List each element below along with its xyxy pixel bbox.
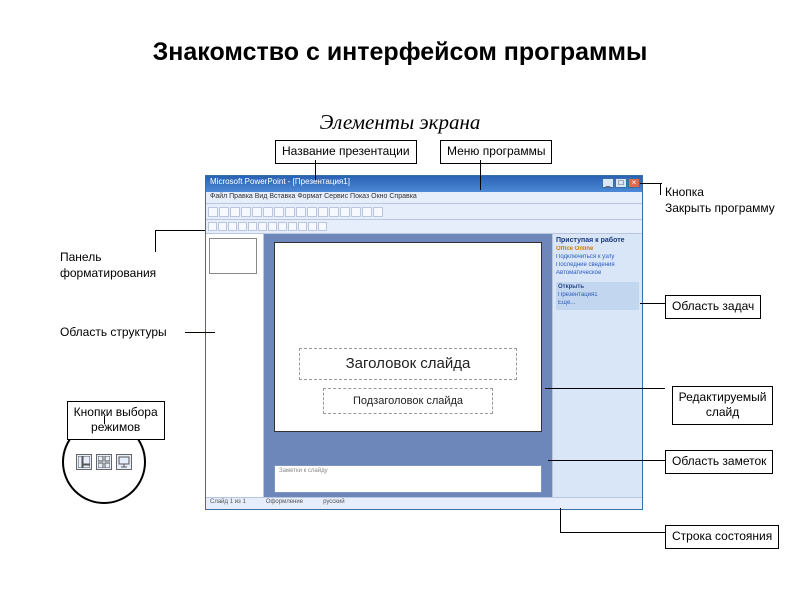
menu-bar[interactable]: Файл Правка Вид Вставка Формат Сервис По… [206,192,642,204]
slide-editor: Заголовок слайда Подзаголовок слайда Зам… [264,234,552,497]
slide-title-placeholder[interactable]: Заголовок слайда [299,348,517,380]
window-title: Microsoft PowerPoint - [Презентация1] [210,177,350,186]
outline-pane[interactable] [206,234,264,497]
task-pane[interactable]: Приступая к работе Office Online Подключ… [552,234,642,497]
page-title: Знакомство с интерфейсом программы [0,38,800,67]
taskpane-open-item[interactable]: Ещё... [558,300,637,306]
standard-toolbar[interactable] [206,204,642,220]
slide-canvas[interactable]: Заголовок слайда Подзаголовок слайда [274,242,542,432]
taskpane-header: Приступая к работе [556,237,639,244]
formatting-toolbar[interactable] [206,220,642,234]
status-bar: Слайд 1 из 1 Оформление русский [206,497,642,509]
slideshow-view-icon[interactable] [116,454,132,470]
taskpane-open-item[interactable]: Презентация1 [558,292,637,298]
slide-thumbnail[interactable] [209,238,257,274]
minimize-button[interactable]: _ [602,178,614,188]
slide-subtitle-placeholder[interactable]: Подзаголовок слайда [323,388,493,414]
callout-presentation-name: Название презентации [275,140,417,164]
callout-outline-area: Область структуры [60,325,167,341]
status-template: Оформление [266,499,303,508]
taskpane-link[interactable]: Подключиться к узлу [556,254,639,260]
callout-close-button: Кнопка Закрыть программу [665,185,775,216]
taskpane-link[interactable]: Последние сведения [556,262,639,268]
office-online-link[interactable]: Office Online [556,246,639,252]
page-subtitle: Элементы экрана [0,110,800,135]
close-button[interactable]: × [628,178,640,188]
callout-format-panel: Панель форматирования [60,250,156,281]
callout-view-buttons: Кнопки выбора режимов [60,385,165,440]
callout-task-pane: Область задач [665,295,761,319]
notes-pane[interactable]: Заметки к слайду [274,465,542,493]
normal-view-icon[interactable] [76,454,92,470]
callout-status-bar: Строка состояния [665,525,779,549]
titlebar: Microsoft PowerPoint - [Презентация1] _ … [206,176,642,192]
callout-editing-slide: Редактируемый слайд [665,370,773,425]
sorter-view-icon[interactable] [96,454,112,470]
taskpane-link[interactable]: Автоматическое [556,270,639,276]
status-slide: Слайд 1 из 1 [210,499,246,508]
callout-program-menu: Меню программы [440,140,552,164]
maximize-button[interactable]: □ [615,178,627,188]
taskpane-open-header: Открыть [558,284,637,290]
window-controls: _ □ × [602,178,640,188]
callout-notes-area: Область заметок [665,450,773,474]
status-lang: русский [323,499,345,508]
